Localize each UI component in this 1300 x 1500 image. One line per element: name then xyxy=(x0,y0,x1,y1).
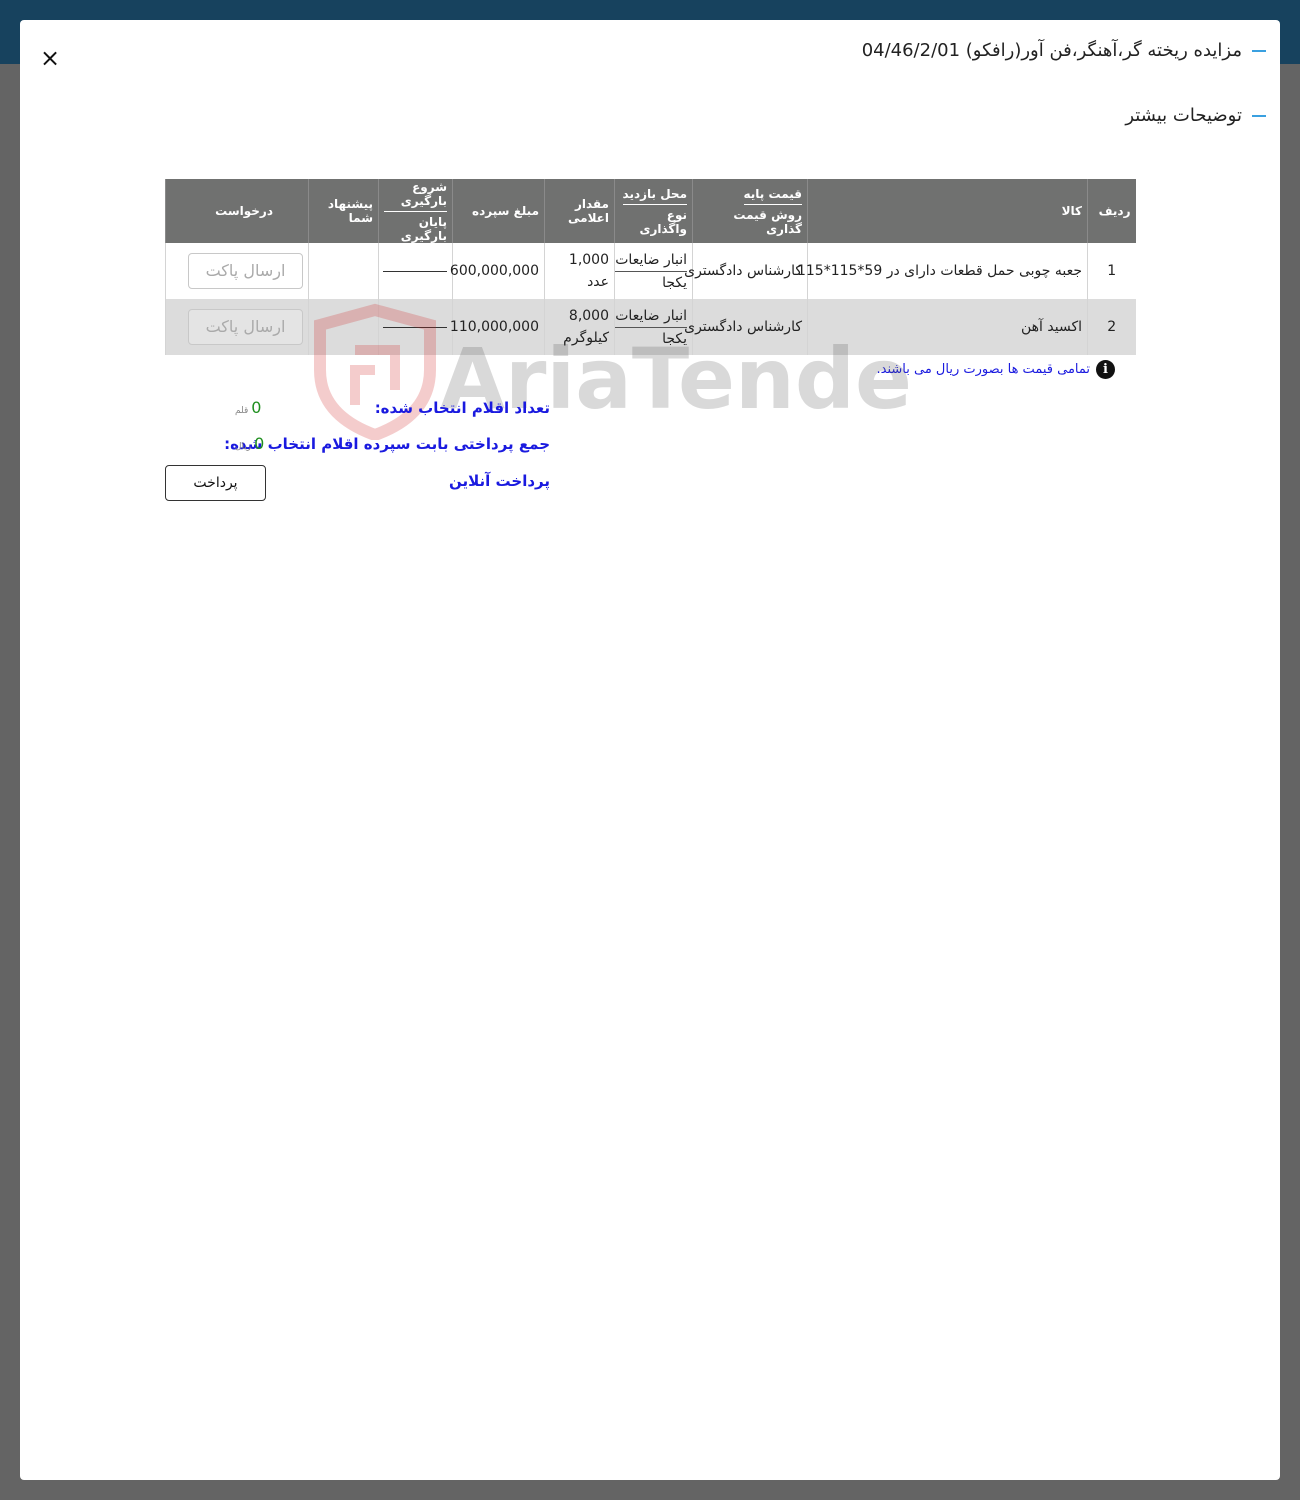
close-icon[interactable]: × xyxy=(38,46,62,70)
assignment-type: یکجا xyxy=(662,330,687,347)
pay-button[interactable]: پرداخت xyxy=(165,465,266,501)
quantity-cell: 8,000 کیلوگرم xyxy=(544,299,615,355)
total-deposit: 0 ریال xyxy=(235,434,264,453)
table-row: 1 جعبه چوبی حمل قطعات دارای در 59*115*11… xyxy=(165,243,1136,299)
row-number: 2 xyxy=(1087,299,1136,355)
loading-dates xyxy=(378,299,453,355)
table-header-row: ردیف کالا قیمت پایه روش قیمت گذاری محل ب… xyxy=(165,179,1136,243)
title-dash xyxy=(1252,49,1266,52)
quantity-value: 1,000 xyxy=(568,252,609,268)
selected-count-label: تعداد اقلام انتخاب شده: xyxy=(374,399,550,417)
total-deposit-value: 0 xyxy=(254,434,265,453)
visit-location: انبار ضایعات xyxy=(615,305,687,328)
header-pricing-method-label: روش قیمت گذاری xyxy=(733,207,802,236)
header-base-price-label: قیمت پایه xyxy=(743,187,802,205)
header-item: کالا xyxy=(807,179,1088,243)
selected-count-value: 0 xyxy=(251,398,262,417)
request-cell: ارسال پاکت xyxy=(165,243,309,299)
header-visit-location-label: محل بازدید xyxy=(622,187,687,205)
items-table: ردیف کالا قیمت پایه روش قیمت گذاری محل ب… xyxy=(165,179,1136,355)
header-request: درخواست xyxy=(165,179,309,243)
header-assignment-type-label: نوع واگذاری xyxy=(639,207,687,236)
your-offer-cell xyxy=(308,299,379,355)
modal-title-text: مزایده ریخته گر،آهنگر،فن آور(رافکو) 04/4… xyxy=(861,40,1242,61)
header-base-price: قیمت پایه روش قیمت گذاری xyxy=(692,179,808,243)
quantity-unit: کیلوگرم xyxy=(563,330,609,346)
modal-title: مزایده ریخته گر،آهنگر،فن آور(رافکو) 04/4… xyxy=(862,40,1266,61)
auction-details-modal: × مزایده ریخته گر،آهنگر،فن آور(رافکو) 04… xyxy=(20,20,1280,1480)
total-deposit-label: جمع پرداختی بابت سپرده اقلام انتخاب شده: xyxy=(224,435,550,453)
deposit-amount: 110,000,000 xyxy=(450,299,545,355)
item-name: جعبه چوبی حمل قطعات دارای در 59*115*115 xyxy=(797,243,1088,299)
item-name: اکسید آهن xyxy=(807,299,1088,355)
empty-dash xyxy=(383,326,447,328)
table-row: 2 اکسید آهن کارشناس دادگستری انبار ضایعا… xyxy=(165,299,1136,355)
subtitle-dash xyxy=(1252,114,1266,117)
header-loading: شروع بارگیری پایان بارگیری xyxy=(378,179,453,243)
header-visit-location: محل بازدید نوع واگذاری xyxy=(614,179,693,243)
pricing-method: کارشناس دادگستری xyxy=(684,243,808,299)
selected-count-unit: قلم xyxy=(235,406,249,416)
empty-dash xyxy=(383,270,447,272)
header-deposit: مبلغ سپرده xyxy=(452,179,545,243)
selected-count: 0 قلم xyxy=(235,398,261,417)
quantity-unit: عدد xyxy=(587,274,609,290)
visit-location: انبار ضایعات xyxy=(615,249,687,272)
deposit-amount: 600,000,000 xyxy=(450,243,545,299)
send-envelope-button[interactable]: ارسال پاکت xyxy=(188,253,303,289)
quantity-cell: 1,000 عدد xyxy=(544,243,615,299)
loading-dates xyxy=(378,243,453,299)
visit-location-cell: انبار ضایعات یکجا xyxy=(614,299,693,355)
price-note: i تمامی قیمت ها بصورت ریال می باشند. xyxy=(876,360,1115,379)
pricing-method: کارشناس دادگستری xyxy=(684,299,808,355)
header-loading-start-label: شروع بارگیری xyxy=(384,180,447,212)
online-payment-label: پرداخت آنلاین xyxy=(448,472,550,490)
header-loading-end-label: پایان بارگیری xyxy=(400,214,447,243)
assignment-type: یکجا xyxy=(662,274,687,291)
request-cell: ارسال پاکت xyxy=(165,299,309,355)
price-note-text: تمامی قیمت ها بصورت ریال می باشند. xyxy=(876,362,1091,377)
your-offer-cell xyxy=(308,243,379,299)
quantity-value: 8,000 xyxy=(568,308,609,324)
header-row-number: ردیف xyxy=(1087,179,1136,243)
info-icon: i xyxy=(1096,360,1115,379)
header-your-offer: پیشنهاد شما xyxy=(308,179,379,243)
send-envelope-button[interactable]: ارسال پاکت xyxy=(188,309,303,345)
more-details-label: توضیحات بیشتر xyxy=(1125,105,1242,126)
row-number: 1 xyxy=(1087,243,1136,299)
header-quantity: مقدار اعلامی xyxy=(544,179,615,243)
total-deposit-unit: ریال xyxy=(235,442,252,452)
items-table-container: ردیف کالا قیمت پایه روش قیمت گذاری محل ب… xyxy=(165,179,1136,355)
more-details-toggle[interactable]: توضیحات بیشتر xyxy=(1125,105,1266,126)
visit-location-cell: انبار ضایعات یکجا xyxy=(614,243,693,299)
